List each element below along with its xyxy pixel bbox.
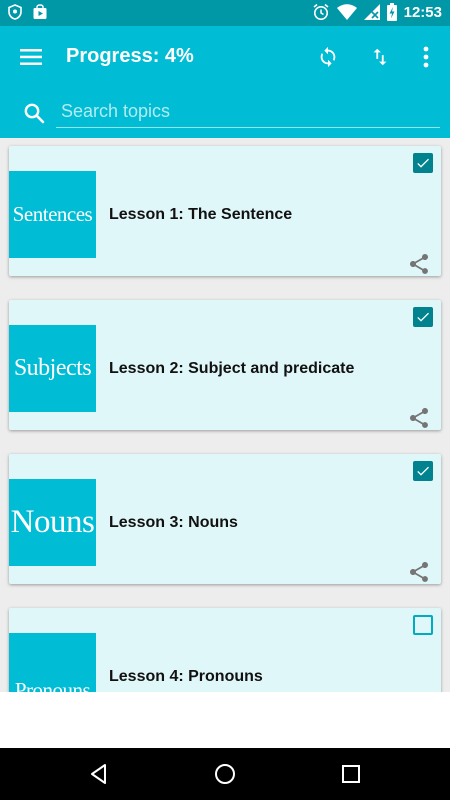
lesson-card[interactable]: Sentences Lesson 1: The Sentence	[9, 146, 441, 276]
lesson-thumbnail: Subjects	[9, 325, 96, 412]
lesson-list[interactable]: Sentences Lesson 1: The Sentence Subject…	[0, 138, 450, 692]
share-icon[interactable]	[407, 252, 431, 276]
more-vert-icon	[423, 46, 429, 68]
thumbnail-text: Nouns	[10, 504, 95, 540]
completed-checkbox[interactable]	[413, 461, 433, 481]
check-icon	[417, 158, 429, 168]
play-store-bag-icon	[33, 4, 47, 19]
completed-checkbox[interactable]	[413, 153, 433, 173]
sort-icon	[373, 48, 387, 66]
lesson-title: Lesson 1: The Sentence	[109, 206, 293, 223]
thumbnail-text: Sentences	[12, 202, 93, 226]
lesson-thumbnail: Nouns	[9, 479, 96, 566]
completed-checkbox[interactable]	[413, 307, 433, 327]
lesson-thumbnail: Sentences	[9, 171, 96, 258]
search-bar	[0, 88, 450, 138]
page-title: Progress: 4%	[66, 45, 194, 67]
sync-icon	[320, 46, 336, 68]
menu-button[interactable]	[16, 43, 46, 71]
app-bar: Progress: 4%	[0, 26, 450, 88]
thumbnail-text: Subjects	[13, 355, 92, 381]
back-icon[interactable]	[87, 762, 111, 786]
completed-checkbox[interactable]	[413, 615, 433, 635]
share-icon[interactable]	[407, 560, 431, 584]
alarm-icon	[313, 3, 329, 20]
lesson-thumbnail: Pronouns	[9, 633, 96, 692]
lesson-title: Lesson 3: Nouns	[109, 514, 238, 531]
check-icon	[417, 312, 429, 322]
shield-icon	[8, 4, 22, 20]
lesson-card[interactable]: Nouns Lesson 3: Nouns	[9, 454, 441, 584]
status-bar: 12:53	[0, 0, 450, 26]
sort-button[interactable]	[366, 43, 394, 71]
lesson-title: Lesson 2: Subject and predicate	[109, 360, 355, 377]
check-icon	[417, 466, 429, 476]
status-time: 12:53	[403, 3, 442, 21]
thumbnail-text: Pronouns	[14, 678, 91, 692]
lesson-card[interactable]: Pronouns Lesson 4: Pronouns	[9, 608, 441, 692]
share-icon[interactable]	[407, 406, 431, 430]
sync-button[interactable]	[314, 43, 342, 71]
lesson-card[interactable]: Subjects Lesson 2: Subject and predicate	[9, 300, 441, 430]
search-input[interactable]	[56, 96, 440, 128]
search-icon	[24, 103, 45, 124]
cellular-no-signal-icon	[363, 4, 380, 20]
recents-icon[interactable]	[339, 762, 363, 786]
home-icon[interactable]	[213, 762, 237, 786]
lesson-title: Lesson 4: Pronouns	[109, 668, 263, 685]
wifi-icon	[336, 4, 357, 20]
battery-charging-icon	[386, 3, 397, 21]
more-options-button[interactable]	[412, 43, 440, 71]
hamburger-menu-icon	[20, 49, 42, 65]
system-nav-bar	[0, 748, 450, 800]
